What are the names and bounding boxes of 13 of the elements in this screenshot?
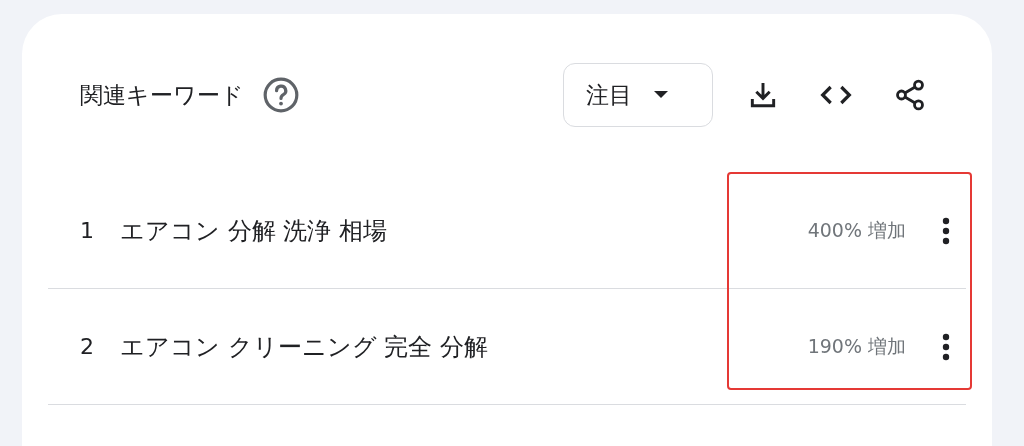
filter-dropdown[interactable]: 注目 [563,63,713,127]
more-options-icon[interactable] [942,216,950,245]
change-value: 190% 増加 [807,333,906,359]
keyword-text[interactable]: エアコン 分解 洗浄 相場 [120,214,808,247]
keyword-text[interactable]: エアコン クリーニング 完全 分解 [120,330,808,363]
more-options-icon[interactable] [942,332,950,361]
change-value: 400% 増加 [807,217,906,243]
share-icon[interactable] [893,78,927,112]
help-icon[interactable] [262,76,300,114]
caret-icon [654,91,668,99]
rank-number: 1 [80,218,95,243]
section-title: 関連キーワード [80,80,244,110]
rank-number: 2 [80,334,95,359]
